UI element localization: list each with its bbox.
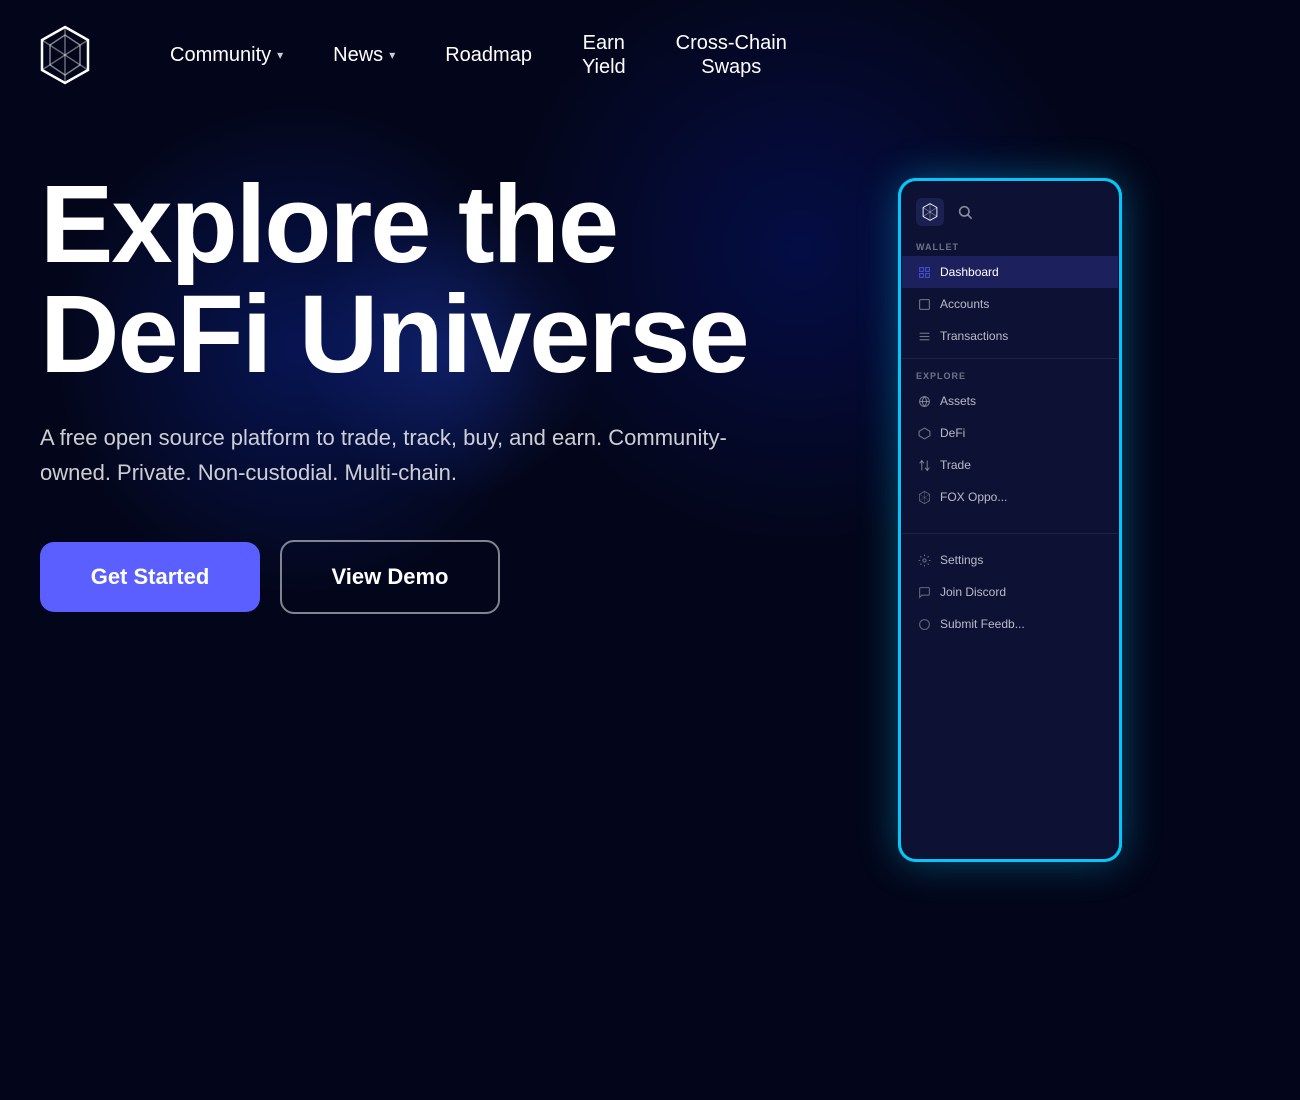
app-fox-icon — [916, 198, 944, 226]
accounts-icon — [916, 296, 932, 312]
settings-label: Settings — [940, 553, 983, 567]
app-menu-join-discord[interactable]: Join Discord — [902, 576, 1118, 608]
community-chevron-icon: ▾ — [277, 48, 283, 62]
fox-oppo-label: FOX Oppo... — [940, 490, 1007, 504]
app-divider-1 — [902, 358, 1118, 359]
discord-icon — [916, 584, 932, 600]
app-preview-wrapper: WALLET Dashboard — [900, 170, 1120, 850]
defi-label: DeFi — [940, 426, 965, 440]
transactions-icon — [916, 328, 932, 344]
hero-title: Explore the DeFi Universe — [40, 170, 900, 390]
logo-icon — [40, 25, 90, 85]
navbar: Community ▾ News ▾ Roadmap EarnYield Cro… — [0, 0, 1300, 110]
nav-item-roadmap[interactable]: Roadmap — [425, 34, 552, 77]
hero-subtitle: A free open source platform to trade, tr… — [40, 420, 740, 490]
nav-item-community[interactable]: Community ▾ — [150, 34, 303, 77]
app-divider-2 — [902, 533, 1118, 534]
app-topbar — [902, 194, 1118, 236]
app-preview: WALLET Dashboard — [900, 180, 1120, 860]
app-search-icon[interactable] — [954, 201, 976, 223]
join-discord-label: Join Discord — [940, 585, 1006, 599]
hero-buttons: Get Started View Demo — [40, 540, 900, 614]
logo[interactable] — [40, 25, 90, 85]
nav-item-news[interactable]: News ▾ — [313, 34, 415, 77]
fox-oppo-icon — [916, 489, 932, 505]
submit-feedback-label: Submit Feedb... — [940, 617, 1025, 631]
nav-links: Community ▾ News ▾ Roadmap EarnYield Cro… — [150, 21, 1260, 89]
app-menu-dashboard[interactable]: Dashboard — [902, 256, 1118, 288]
app-menu-transactions[interactable]: Transactions — [902, 320, 1118, 352]
settings-icon — [916, 552, 932, 568]
nav-item-earn-yield[interactable]: EarnYield — [562, 21, 646, 89]
app-menu-accounts[interactable]: Accounts — [902, 288, 1118, 320]
app-menu-fox-opportunities[interactable]: FOX Oppo... — [902, 481, 1118, 513]
dashboard-icon — [916, 264, 932, 280]
hero-content: Explore the DeFi Universe A free open so… — [40, 170, 900, 614]
app-preview-inner: WALLET Dashboard — [902, 182, 1118, 858]
app-section-explore-label: EXPLORE — [902, 365, 1118, 385]
app-menu-settings[interactable]: Settings — [902, 544, 1118, 576]
news-chevron-icon: ▾ — [389, 48, 395, 62]
app-menu-defi[interactable]: DeFi — [902, 417, 1118, 449]
assets-label: Assets — [940, 394, 976, 408]
get-started-button[interactable]: Get Started — [40, 542, 260, 612]
app-menu-trade[interactable]: Trade — [902, 449, 1118, 481]
accounts-label: Accounts — [940, 297, 989, 311]
assets-icon — [916, 393, 932, 409]
trade-label: Trade — [940, 458, 971, 472]
trade-icon — [916, 457, 932, 473]
feedback-icon — [916, 616, 932, 632]
transactions-label: Transactions — [940, 329, 1008, 343]
dashboard-label: Dashboard — [940, 265, 999, 279]
nav-item-crosschain-swaps[interactable]: Cross-ChainSwaps — [656, 21, 807, 89]
defi-icon — [916, 425, 932, 441]
hero-section: Explore the DeFi Universe A free open so… — [0, 110, 1300, 1010]
view-demo-button[interactable]: View Demo — [280, 540, 500, 614]
app-section-wallet-label: WALLET — [902, 236, 1118, 256]
app-menu-submit-feedback[interactable]: Submit Feedb... — [902, 608, 1118, 640]
app-menu-assets[interactable]: Assets — [902, 385, 1118, 417]
